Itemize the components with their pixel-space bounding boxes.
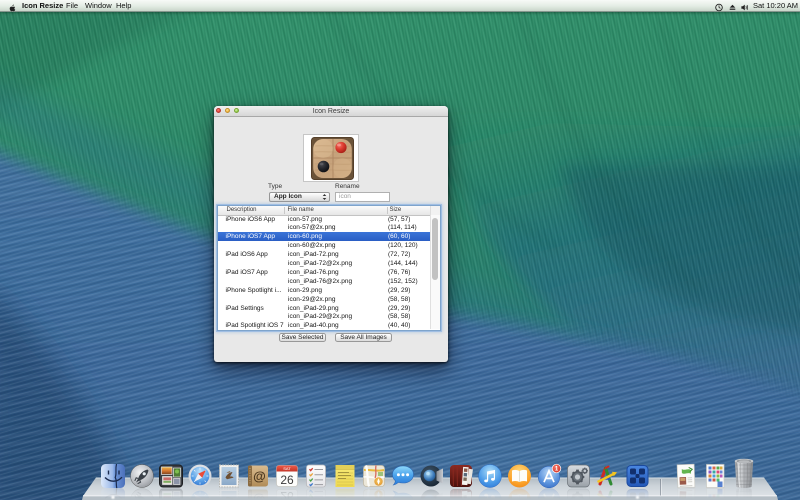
svg-text:26: 26 xyxy=(280,473,294,487)
svg-text:SAT: SAT xyxy=(283,466,291,471)
svg-text:@: @ xyxy=(253,469,266,484)
